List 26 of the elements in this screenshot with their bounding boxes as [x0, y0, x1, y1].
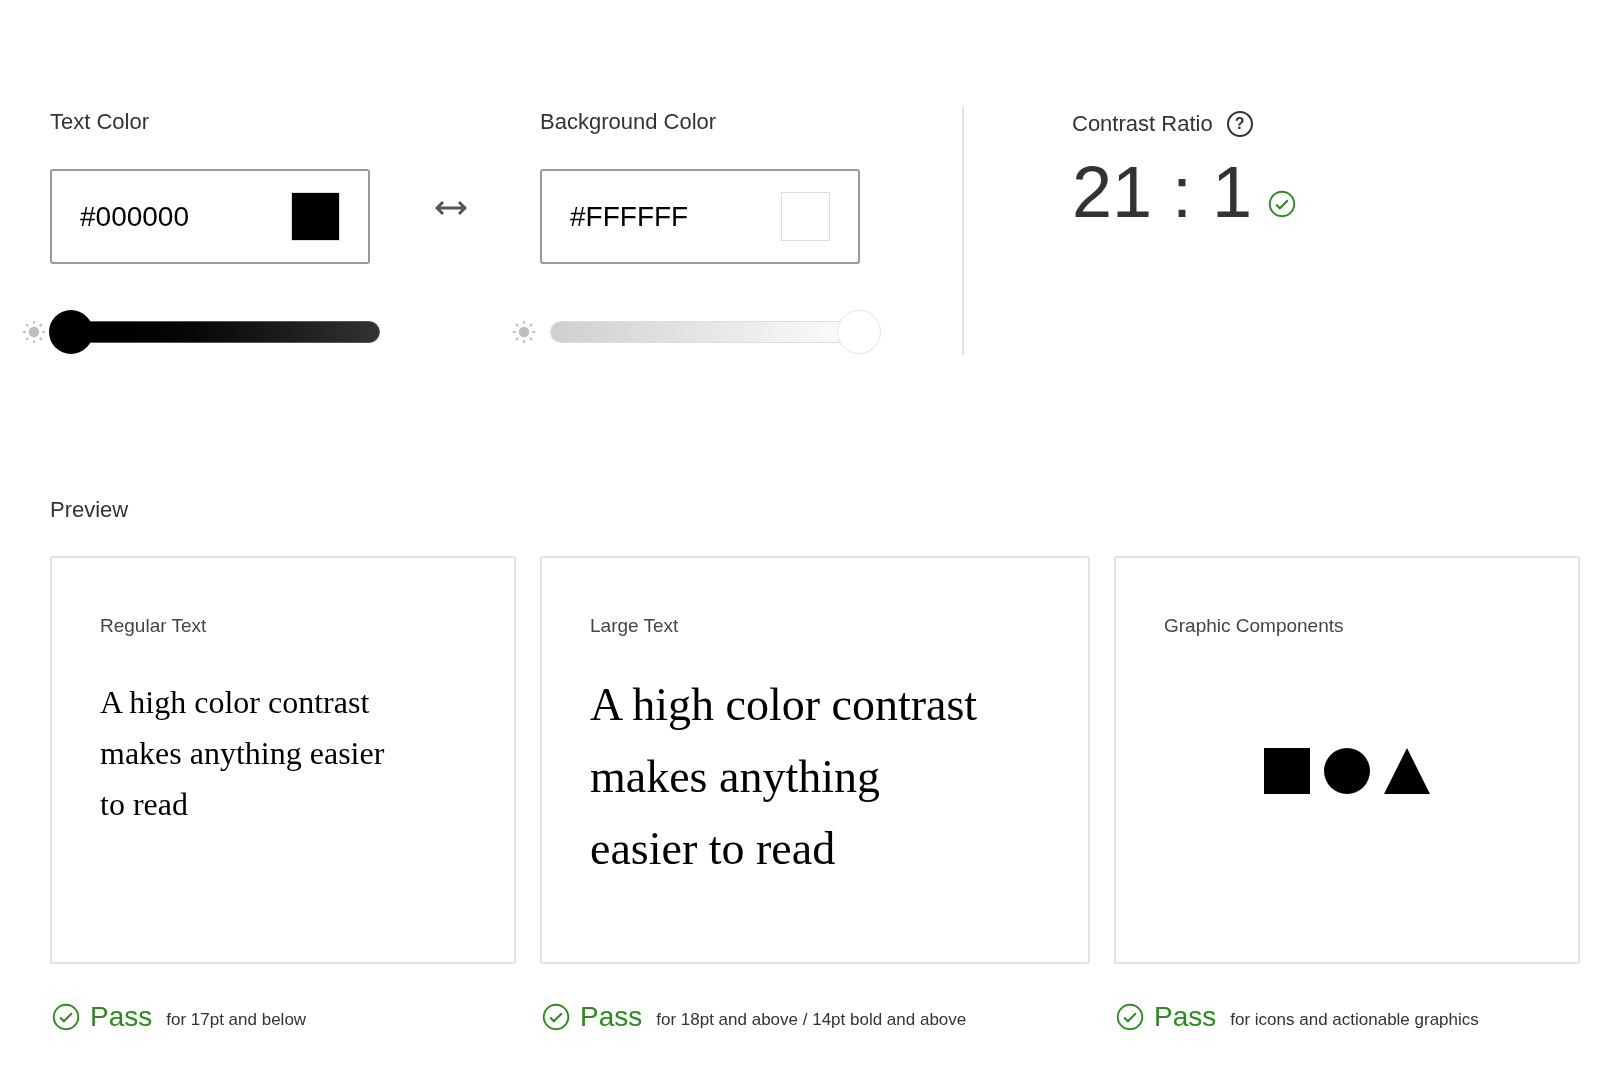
preview-text: A high color contrast makes anything easier to read: [590, 677, 979, 876]
field-label: Text Color: [50, 108, 151, 136]
result-label: Pass: [580, 1000, 643, 1034]
contrast-label: Contrast Ratio: [1072, 110, 1213, 138]
result-note: for 18pt and above / 14pt bold and above: [656, 1009, 967, 1032]
swap-arrows-icon[interactable]: [435, 199, 467, 217]
brightness-icon: [510, 318, 538, 346]
result-note: for icons and actionable graphics: [1230, 1009, 1479, 1032]
square-icon: [1264, 748, 1310, 795]
section-label: Preview: [50, 497, 129, 522]
brightness-icon: [20, 318, 48, 346]
result-label: Pass: [90, 1000, 153, 1034]
field-label: Background Color: [540, 108, 718, 136]
slider-thumb[interactable]: [49, 310, 93, 354]
slider-thumb[interactable]: [837, 310, 881, 354]
result-note: for 17pt and below: [166, 1009, 307, 1032]
card-title: Large Text: [590, 614, 680, 638]
help-icon[interactable]: ?: [1226, 110, 1253, 137]
color-field[interactable]: #000000: [50, 169, 370, 264]
result-label: Pass: [1154, 1000, 1217, 1034]
color-field[interactable]: #FFFFFF: [540, 169, 860, 264]
triangle-icon: [1384, 748, 1430, 795]
card-title: Graphic Components: [1164, 614, 1345, 638]
card-title: Regular Text: [100, 614, 208, 638]
contrast-ratio: 21 : 1: [1072, 152, 1253, 232]
preview-text: A high color contrast makes anything easier to read: [100, 682, 386, 824]
